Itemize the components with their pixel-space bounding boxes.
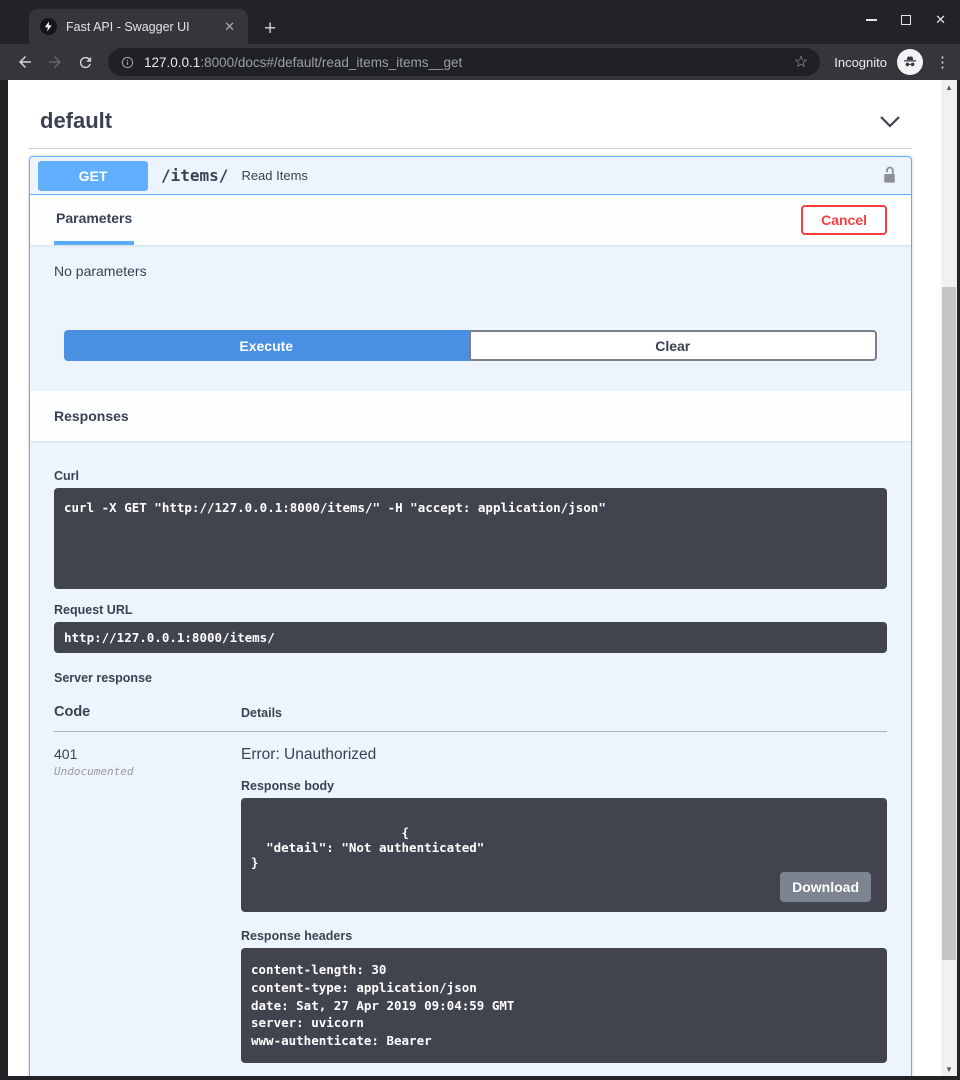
curl-command: curl -X GET "http://127.0.0.1:8000/items… [54,488,887,589]
column-header-details: Details [241,704,887,732]
responses-body: Curl curl -X GET "http://127.0.0.1:8000/… [30,441,911,1076]
response-body-label: Response body [241,779,887,793]
operation-description: Read Items [241,168,882,183]
download-button[interactable]: Download [780,872,871,902]
maximize-button[interactable] [901,15,911,25]
url-bar[interactable]: 127.0.0.1:8000/docs#/default/read_items_… [108,48,820,76]
page-title: default [40,108,112,134]
method-badge: GET [38,161,148,191]
server-response-table: Code Details 401 Undocumented [54,704,887,1063]
error-title: Error: Unauthorized [241,746,887,764]
clear-button[interactable]: Clear [469,330,878,361]
request-url-label: Request URL [54,603,887,617]
operation-summary[interactable]: GET /items/ Read Items [30,157,911,195]
execute-row: Execute Clear [54,330,887,361]
url-path: :8000/docs#/default/read_items_items__ge… [200,55,462,70]
column-header-code: Code [54,704,241,732]
fastapi-favicon-icon [40,18,57,35]
bookmark-star-icon[interactable]: ☆ [794,52,808,72]
tab-close-icon[interactable]: ✕ [220,17,239,37]
back-icon[interactable] [10,47,40,77]
operation-block: GET /items/ Read Items Parameters Cancel… [29,156,912,1076]
parameters-header: Parameters Cancel [30,195,911,245]
close-button[interactable]: ✕ [935,13,946,26]
response-body-json: { "detail": "Not authenticated" } [251,825,484,870]
scroll-up-icon[interactable]: ▲ [941,80,957,94]
browser-window: Fast API - Swagger UI ✕ + ✕ 127.0.0.1:80… [0,0,960,1080]
url-host: 127.0.0.1 [144,55,200,70]
server-response-label: Server response [54,671,887,685]
responses-section-header: Responses [30,391,911,441]
operation-path: /items/ [161,166,228,185]
response-headers-label: Response headers [241,929,887,943]
reload-icon[interactable] [70,47,100,77]
menu-icon[interactable]: ⋮ [935,53,950,71]
minimize-button[interactable] [866,19,877,21]
forward-icon[interactable] [40,47,70,77]
tab-title: Fast API - Swagger UI [66,20,220,34]
response-body-block: { "detail": "Not authenticated" } Downlo… [241,798,887,912]
response-code-cell: 401 Undocumented [54,732,241,1063]
divider [29,148,912,149]
execute-button[interactable]: Execute [64,330,469,361]
browser-toolbar: 127.0.0.1:8000/docs#/default/read_items_… [0,44,960,80]
status-code: 401 [54,746,241,762]
tab-parameters[interactable]: Parameters [54,195,134,245]
curl-label: Curl [54,469,887,483]
response-details-cell: Error: Unauthorized Response body { "det… [241,732,887,1063]
tab-strip: Fast API - Swagger UI ✕ + ✕ [0,0,960,44]
scrollbar-thumb[interactable] [942,287,956,960]
url-text: 127.0.0.1:8000/docs#/default/read_items_… [144,55,786,70]
response-headers-block: content-length: 30 content-type: applica… [241,948,887,1063]
undocumented-note: Undocumented [54,765,241,778]
lock-open-icon[interactable] [882,165,897,186]
scrollbar[interactable]: ▲ ▼ [941,80,957,1076]
chevron-down-icon[interactable] [879,115,901,128]
table-row: 401 Undocumented Error: Unauthorized Res… [54,732,887,1063]
scroll-down-icon[interactable]: ▼ [941,1062,957,1076]
info-icon[interactable] [120,55,135,70]
tag-section-header[interactable]: default [29,96,912,148]
browser-tab[interactable]: Fast API - Swagger UI ✕ [29,9,248,44]
parameters-body: No parameters Execute Clear [30,245,911,391]
incognito-label: Incognito [834,55,887,70]
responses-header-label: Responses [54,408,129,424]
page-viewport: default GET /items/ Read Items [8,80,941,1076]
cancel-button[interactable]: Cancel [801,205,887,235]
incognito-icon [897,49,923,75]
no-parameters-text: No parameters [54,263,887,279]
new-tab-button[interactable]: + [264,18,276,39]
window-controls: ✕ [866,13,946,26]
request-url-value: http://127.0.0.1:8000/items/ [54,622,887,653]
swagger-ui: default GET /items/ Read Items [8,80,941,1076]
